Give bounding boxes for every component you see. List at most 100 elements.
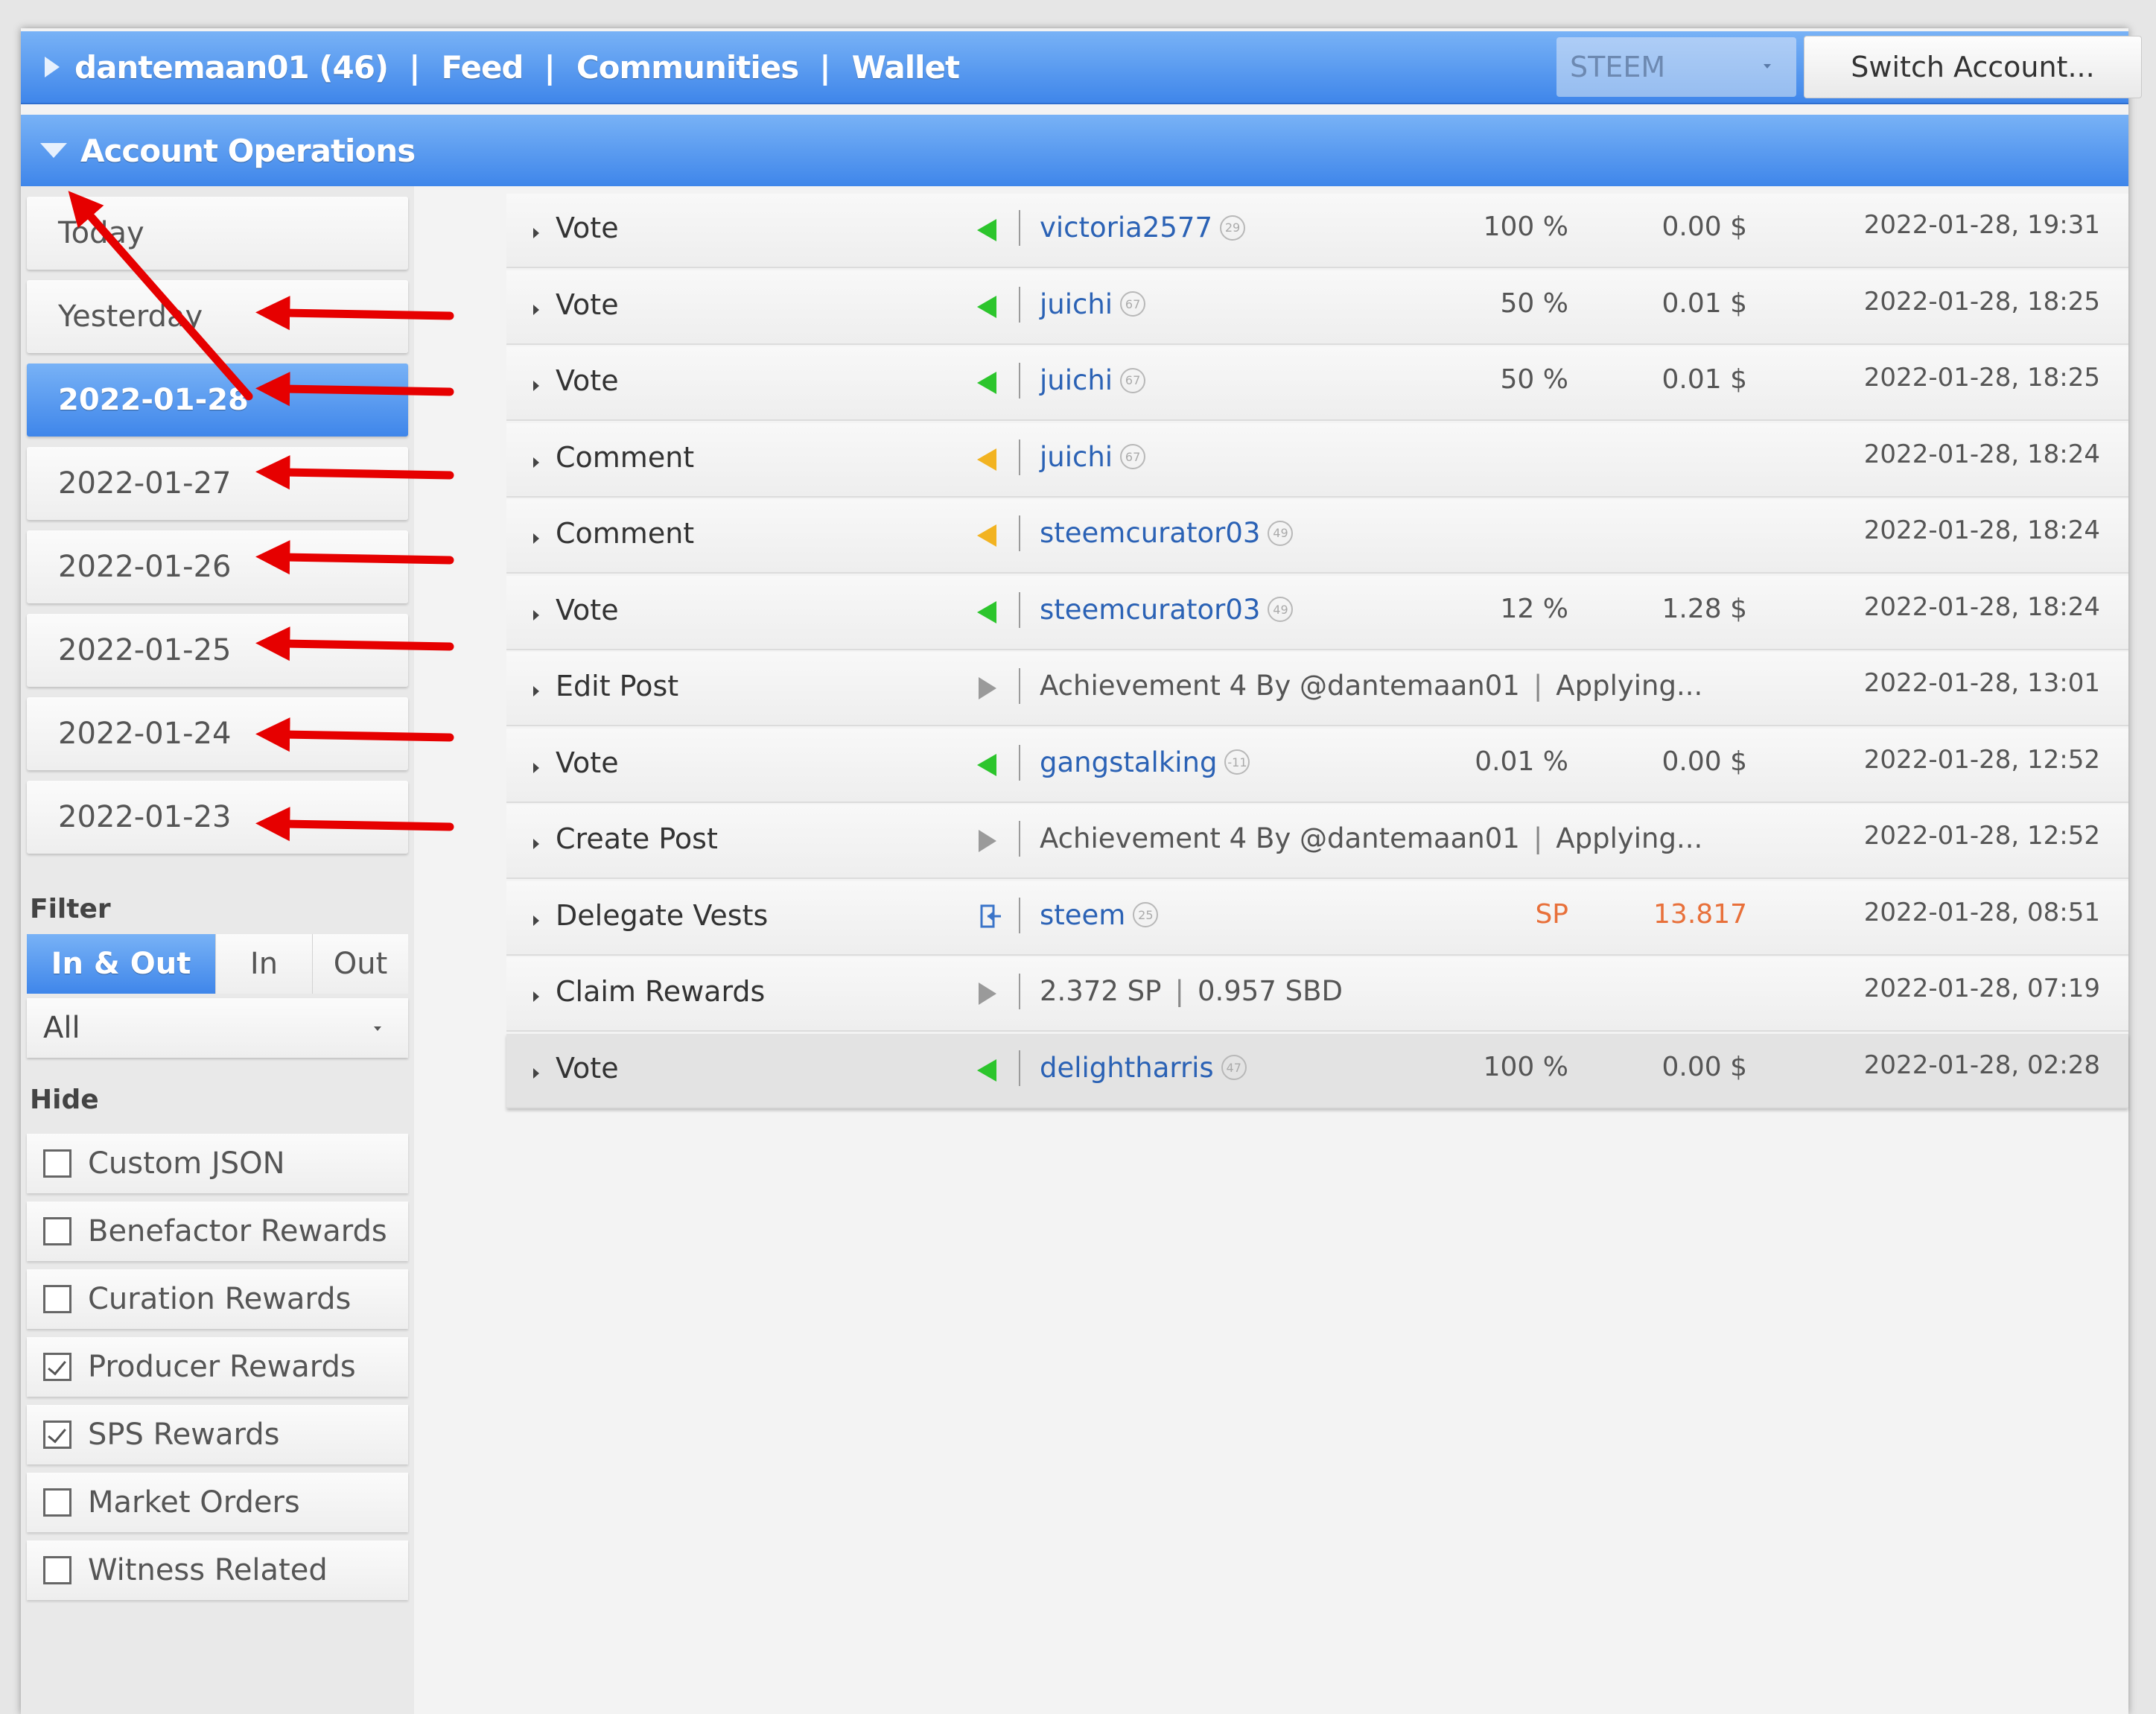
vote-percent: SP <box>1535 898 1568 930</box>
day-item-label: 2022-01-26 <box>58 550 232 584</box>
hide-option-label: SPS Rewards <box>88 1418 280 1452</box>
operation-type: Vote <box>556 1051 619 1085</box>
checkbox[interactable] <box>43 1488 71 1517</box>
operation-row[interactable]: Vote juichi 67 50 % 0.01 $ 2022-01-28, 18:25 <box>506 346 2128 421</box>
expand-arrow-icon[interactable] <box>533 839 539 849</box>
checkbox[interactable] <box>43 1353 71 1381</box>
play-arrow-icon <box>979 677 996 699</box>
account-link[interactable]: delightharris <box>1040 1052 1214 1084</box>
nav-feed-link[interactable]: Feed <box>441 49 524 86</box>
nav-wallet-link[interactable]: Wallet <box>852 49 961 86</box>
day-item-label: Today <box>58 216 144 250</box>
hide-option[interactable]: Producer Rewards <box>27 1337 408 1397</box>
operation-type: Vote <box>556 212 619 244</box>
account-link[interactable]: gangstalking <box>1040 746 1217 778</box>
divider <box>1019 897 1020 933</box>
expand-arrow-icon[interactable] <box>533 381 539 391</box>
checkbox[interactable] <box>43 1556 71 1584</box>
detail-text: 0.957 SBD <box>1197 975 1343 1007</box>
collapse-triangle-icon[interactable] <box>40 143 67 158</box>
operation-value: 0.00 $ <box>1661 746 1747 777</box>
day-item[interactable]: Today <box>27 197 408 270</box>
operation-row[interactable]: Delegate Vests steem 25 SP 13.817 2022-01-28,… <box>506 880 2128 956</box>
detail-separator: | <box>1174 975 1184 1007</box>
reputation-badge: 25 <box>1133 902 1159 927</box>
operation-row[interactable]: Vote juichi 67 50 % 0.01 $ 2022-01-28, 18:25 <box>506 270 2128 345</box>
day-item[interactable]: 2022-01-25 <box>27 614 408 687</box>
account-link[interactable]: dantemaan01 (46) <box>74 49 389 86</box>
filter-in[interactable]: In <box>216 934 313 994</box>
operation-date: 2022-01-28, 08:51 <box>1863 897 2100 927</box>
chain-select[interactable]: STEEM <box>1556 37 1796 97</box>
detail-separator: | <box>1533 670 1543 702</box>
play-icon[interactable] <box>45 57 60 77</box>
filter-out[interactable]: Out <box>313 934 408 994</box>
operation-type: Comment <box>556 440 695 474</box>
expand-arrow-icon[interactable] <box>533 1067 539 1079</box>
expand-arrow-icon[interactable] <box>533 304 539 315</box>
day-item-label: 2022-01-28 <box>58 383 249 417</box>
account-operations-header[interactable]: Account Operations <box>21 115 2128 186</box>
account-link[interactable]: victoria2577 <box>1040 212 1212 244</box>
checkbox[interactable] <box>43 1149 71 1178</box>
operation-type: Vote <box>556 746 619 779</box>
day-item[interactable]: 2022-01-24 <box>27 697 408 770</box>
expand-arrow-icon[interactable] <box>533 762 539 773</box>
vote-percent: 100 % <box>1483 212 1568 242</box>
direction-filter: In & Out In Out <box>27 934 408 994</box>
divider <box>1019 668 1020 704</box>
nav-communities-link[interactable]: Communities <box>576 49 799 86</box>
counterparty: juichi 67 <box>1040 441 1146 473</box>
account-link[interactable]: juichi <box>1040 288 1113 320</box>
hide-option[interactable]: Witness Related <box>27 1540 408 1600</box>
reputation-badge: 47 <box>1221 1055 1247 1080</box>
account-link[interactable]: juichi <box>1040 364 1113 396</box>
account-link[interactable]: steemcurator03 <box>1040 594 1260 626</box>
day-item[interactable]: 2022-01-23 <box>27 781 408 854</box>
hide-option[interactable]: SPS Rewards <box>27 1405 408 1464</box>
operation-date: 2022-01-28, 18:24 <box>1863 439 2100 469</box>
expand-arrow-icon[interactable] <box>533 686 539 696</box>
hide-option[interactable]: Curation Rewards <box>27 1269 408 1329</box>
expand-arrow-icon[interactable] <box>533 457 539 468</box>
hide-option[interactable]: Benefactor Rewards <box>27 1202 408 1261</box>
hide-option[interactable]: Market Orders <box>27 1473 408 1532</box>
operation-row[interactable]: Vote steemcurator03 49 12 % 1.28 $ 2022-01-28… <box>506 575 2128 650</box>
expand-arrow-icon[interactable] <box>533 533 539 544</box>
day-item[interactable]: 2022-01-28 <box>27 364 408 437</box>
operation-date: 2022-01-28, 18:24 <box>1863 515 2100 545</box>
operation-value: 0.01 $ <box>1661 288 1747 319</box>
operation-row[interactable]: Claim Rewards 2.372 SP | 0.957 SBD 2022-01-2… <box>506 957 2128 1032</box>
account-link[interactable]: steem <box>1040 899 1125 931</box>
day-item[interactable]: 2022-01-26 <box>27 530 408 603</box>
incoming-arrow-icon <box>977 372 996 394</box>
reputation-badge: 67 <box>1120 444 1146 469</box>
hide-option[interactable]: Custom JSON <box>27 1134 408 1193</box>
operation-type: Claim Rewards <box>556 975 766 1008</box>
switch-account-button[interactable]: Switch Account... <box>1804 36 2142 98</box>
filter-in-out[interactable]: In & Out <box>27 934 216 994</box>
checkbox[interactable] <box>43 1217 71 1245</box>
divider <box>1019 1050 1020 1086</box>
checkbox[interactable] <box>43 1421 71 1449</box>
account-link[interactable]: steemcurator03 <box>1040 517 1260 549</box>
operation-row[interactable]: Comment juichi 67 2022-01-28, 18:24 <box>506 422 2128 498</box>
expand-arrow-icon[interactable] <box>533 915 539 926</box>
operation-date: 2022-01-28, 07:19 <box>1863 974 2100 1003</box>
expand-arrow-icon[interactable] <box>533 991 539 1002</box>
day-item[interactable]: Yesterday <box>27 280 408 353</box>
operation-row[interactable]: Vote victoria2577 29 100 % 0.00 $ 2022-01-28,… <box>506 194 2128 268</box>
account-link[interactable]: juichi <box>1040 441 1113 473</box>
operation-row[interactable]: Edit Post Achievement 4 By @dantemaan01 | A… <box>506 652 2128 726</box>
expand-arrow-icon[interactable] <box>533 609 539 620</box>
divider <box>1019 591 1020 628</box>
operation-row[interactable]: Create Post Achievement 4 By @dantemaan01… <box>506 804 2128 879</box>
operation-type-select[interactable]: All <box>27 998 408 1058</box>
expand-arrow-icon[interactable] <box>533 228 539 238</box>
checkbox[interactable] <box>43 1285 71 1313</box>
operation-row[interactable]: Vote delightharris 47 100 % 0.00 $ 2022-01-28… <box>506 1033 2128 1108</box>
operation-row[interactable]: Vote gangstalking -11 0.01 % 0.00 $ 2022-01-2… <box>506 728 2128 803</box>
day-item[interactable]: 2022-01-27 <box>27 447 408 520</box>
operation-row[interactable]: Comment steemcurator03 49 2022-01-28, 18:24 <box>506 499 2128 574</box>
hide-option-label: Benefactor Rewards <box>88 1214 387 1248</box>
